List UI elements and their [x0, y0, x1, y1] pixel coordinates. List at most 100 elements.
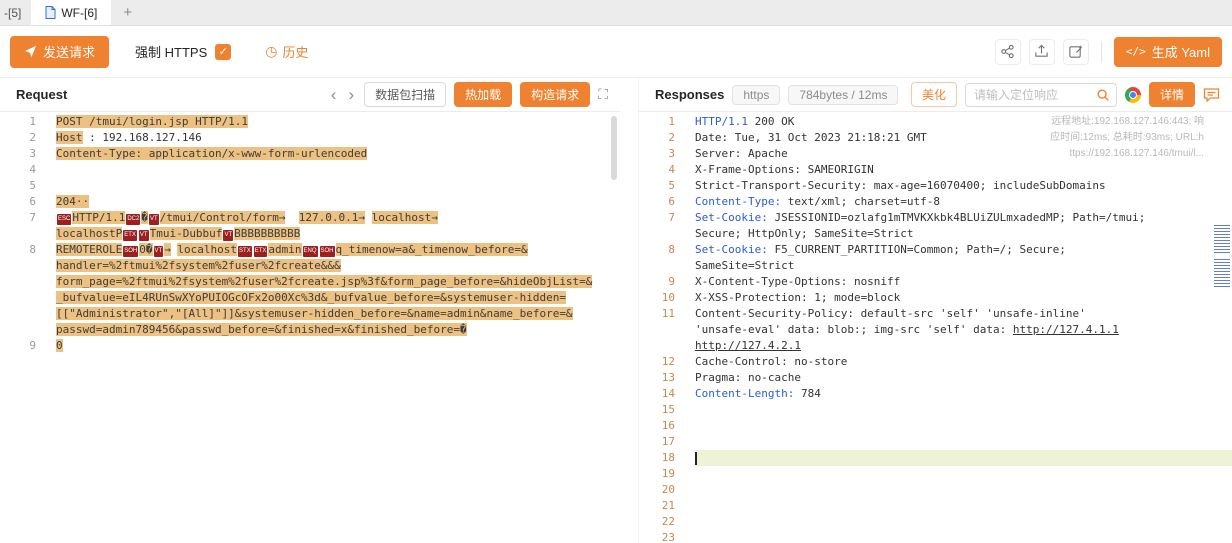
add-tab-button[interactable]: + — [111, 0, 144, 25]
code-segment: HTTP/1.1 — [695, 115, 748, 128]
code-row[interactable]: 6Content-Type: text/xml; charset=utf-8 — [639, 194, 1232, 210]
code-row[interactable]: 13Pragma: no-cache — [639, 370, 1232, 386]
control-char-badge: ETX — [123, 230, 137, 241]
code-segment: X-Frame-Options: SAMEORIGIN — [695, 163, 874, 176]
code-row[interactable]: 16 — [639, 418, 1232, 434]
tab-prev[interactable]: -[5] — [0, 0, 31, 25]
control-char-badge: ETX — [254, 246, 268, 257]
scrollbar-thumb[interactable] — [611, 116, 617, 180]
code-row[interactable]: 3Content-Type: application/x-www-form-ur… — [0, 146, 620, 162]
protocol-badge: https — [732, 85, 780, 105]
line-number: 9 — [0, 338, 56, 354]
response-editor[interactable]: 1HTTP/1.1 200 OK远程地址:192.168.127.146:443… — [639, 112, 1232, 543]
code-row[interactable]: 7Set-Cookie: JSESSIONID=ozlafg1mTMVKXkbk… — [639, 210, 1232, 226]
code-row[interactable]: 17 — [639, 434, 1232, 450]
code-row[interactable]: 'unsafe-eval' data: blob:; img-src 'self… — [639, 322, 1232, 338]
send-request-button[interactable]: 发送请求 — [10, 36, 109, 68]
minimap[interactable] — [1212, 112, 1232, 543]
code-row[interactable]: [["Administrator","[All]"]]&systemuser-h… — [0, 306, 620, 322]
code-row[interactable]: 19 — [639, 466, 1232, 482]
code-row[interactable]: 3Server: Apachettps://192.168.127.146/tm… — [639, 146, 1232, 162]
request-panel: Request ‹ › 数据包扫描 热加载 构造请求 ⛶ 1POST /tmui… — [0, 78, 620, 543]
force-https-checkbox[interactable]: ✓ — [215, 44, 231, 60]
request-editor[interactable]: 1POST /tmui/login.jsp HTTP/1.12Host : 19… — [0, 112, 620, 543]
control-char-badge: DC2 — [126, 214, 140, 225]
code-segment: JSESSIONID=ozlafg1mTMVKXkbk4BLUiZULmxade… — [768, 211, 1146, 224]
code-segment: http://127.4.2.1 — [695, 339, 801, 352]
tab-active[interactable]: WF-[6] — [31, 0, 111, 25]
line-number: 14 — [639, 386, 695, 402]
code-row[interactable]: 15 — [639, 402, 1232, 418]
code-row[interactable]: 18 — [639, 450, 1232, 466]
code-row[interactable]: SameSite=Strict — [639, 258, 1232, 274]
code-row[interactable]: 8Set-Cookie: F5_CURRENT_PARTITION=Common… — [639, 242, 1232, 258]
code-row[interactable]: 4X-Frame-Options: SAMEORIGIN — [639, 162, 1232, 178]
code-row[interactable]: 1HTTP/1.1 200 OK远程地址:192.168.127.146:443… — [639, 114, 1232, 130]
code-row[interactable]: handler=%2ftmui%2fsystem%2fuser%2fcreate… — [0, 258, 620, 274]
line-number: 20 — [639, 482, 695, 498]
code-row[interactable]: _bufvalue=eIL4RUnSwXYoPUIOGcOFx2o00Xc%3d… — [0, 290, 620, 306]
packet-scan-button[interactable]: 数据包扫描 — [364, 82, 446, 107]
code-row[interactable]: localhostPETXVTTmui-DubbufVTBBBBBBBBBB — [0, 226, 620, 242]
code-row[interactable]: 2Date: Tue, 31 Oct 2023 21:18:21 GMT应时间:… — [639, 130, 1232, 146]
code-row[interactable]: 9X-Content-Type-Options: nosniff — [639, 274, 1232, 290]
panel-splitter[interactable] — [620, 78, 638, 543]
code-row[interactable]: 23 — [639, 530, 1232, 543]
locate-response-input[interactable] — [974, 88, 1096, 102]
code-segment — [365, 211, 372, 224]
code-segment: _bufvalue=eIL4RUnSwXYoPUIOGcOFx2o00Xc%3d… — [56, 291, 566, 304]
chat-icon[interactable] — [1203, 87, 1220, 103]
code-row[interactable]: 11Content-Security-Policy: default-src '… — [639, 306, 1232, 322]
code-segment: POST /tmui/login.jsp HTTP/1.1 — [56, 115, 248, 128]
code-row[interactable]: 2Host : 192.168.127.146 — [0, 130, 620, 146]
code-row[interactable]: 6204·· — [0, 194, 620, 210]
chrome-icon[interactable] — [1125, 87, 1141, 103]
search-icon[interactable] — [1096, 88, 1110, 102]
fullscreen-icon[interactable]: ⛶ — [598, 86, 608, 103]
code-line: localhostPETXVTTmui-DubbufVTBBBBBBBBBB — [56, 226, 300, 242]
code-row[interactable]: 7ESCHTTP/1.1DC2�VT/tmui/Control/form→ 12… — [0, 210, 620, 226]
details-button[interactable]: 详情 — [1149, 82, 1195, 107]
beautify-button[interactable]: 美化 — [911, 82, 957, 107]
code-line: Content-Length: 784 — [695, 386, 821, 402]
code-line: Content-Type: text/xml; charset=utf-8 — [695, 194, 940, 210]
code-row[interactable]: 21 — [639, 498, 1232, 514]
code-row[interactable]: 5Strict-Transport-Security: max-age=1607… — [639, 178, 1232, 194]
code-row[interactable]: 20 — [639, 482, 1232, 498]
history-button[interactable]: ◷ 历史 — [265, 42, 308, 61]
code-row[interactable]: form_page=%2ftmui%2fsystem%2fuser%2fcrea… — [0, 274, 620, 290]
line-number: 4 — [639, 162, 695, 178]
export-button[interactable] — [1029, 39, 1055, 65]
line-number: 11 — [639, 306, 695, 322]
code-row[interactable]: 5 — [0, 178, 620, 194]
line-number: 4 — [0, 162, 56, 178]
control-char-badge: SOH — [123, 246, 138, 257]
prev-packet-button[interactable]: ‹ — [329, 86, 339, 103]
code-row[interactable]: http://127.4.2.1 — [639, 338, 1232, 354]
hot-reload-button[interactable]: 热加载 — [454, 82, 512, 107]
construct-request-button[interactable]: 构造请求 — [520, 82, 590, 107]
code-row[interactable]: 22 — [639, 514, 1232, 530]
code-row[interactable]: passwd=admin789456&passwd_before=&finish… — [0, 322, 620, 338]
code-segment: F5_CURRENT_PARTITION=Common; Path=/; Sec… — [768, 243, 1066, 256]
response-annotation: 远程地址:192.168.127.146:443; 响 — [1051, 114, 1232, 130]
code-segment: Content-Length: — [695, 387, 794, 400]
code-row[interactable]: 14Content-Length: 784 — [639, 386, 1232, 402]
code-row[interactable]: 12Cache-Control: no-store — [639, 354, 1232, 370]
share-button[interactable] — [995, 39, 1021, 65]
next-packet-button[interactable]: › — [346, 86, 356, 103]
code-line: handler=%2ftmui%2fsystem%2fuser%2fcreate… — [56, 258, 341, 274]
line-number: 5 — [0, 178, 56, 194]
line-number: 1 — [639, 114, 695, 130]
code-row[interactable]: Secure; HttpOnly; SameSite=Strict — [639, 226, 1232, 242]
code-segment: localhost — [177, 243, 237, 256]
code-row[interactable]: 8REMOTEROLESOH0�VT→ localhostSTXETXadmin… — [0, 242, 620, 258]
generate-yaml-button[interactable]: </> 生成 Yaml — [1114, 37, 1222, 67]
code-row[interactable]: 10X-XSS-Protection: 1; mode=block — [639, 290, 1232, 306]
code-row[interactable]: 1POST /tmui/login.jsp HTTP/1.1 — [0, 114, 620, 130]
code-icon: </> — [1126, 45, 1146, 58]
code-row[interactable]: 4 — [0, 162, 620, 178]
code-row[interactable]: 90 — [0, 338, 620, 354]
force-https-label: 强制 HTTPS — [135, 42, 207, 61]
edit-button[interactable] — [1063, 39, 1089, 65]
